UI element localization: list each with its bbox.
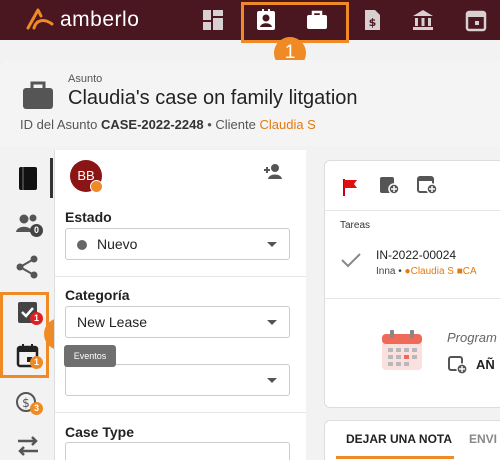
estado-value: Nuevo bbox=[97, 236, 138, 252]
svg-text:$: $ bbox=[369, 16, 377, 29]
categoria-value: New Lease bbox=[77, 314, 148, 330]
svg-text:$: $ bbox=[22, 396, 30, 410]
categoria-select[interactable]: New Lease bbox=[65, 306, 290, 338]
task-id[interactable]: IN-2022-00024 bbox=[376, 248, 456, 262]
share-icon bbox=[16, 255, 38, 279]
flag-icon[interactable] bbox=[340, 176, 362, 198]
subcategory-select[interactable] bbox=[65, 364, 290, 396]
book-icon bbox=[19, 167, 37, 190]
status-dot-icon bbox=[77, 240, 87, 250]
task-user: Inna bbox=[376, 266, 396, 277]
task-case[interactable]: CA bbox=[463, 266, 477, 277]
task-client[interactable]: Claudia S bbox=[411, 266, 454, 277]
check-icon[interactable] bbox=[340, 252, 362, 268]
add-event-icon[interactable] bbox=[416, 174, 438, 196]
estado-select[interactable]: Nuevo bbox=[65, 228, 290, 260]
count-badge: 3 bbox=[30, 402, 43, 415]
estado-label: Estado bbox=[65, 209, 112, 225]
categoria-label: Categoría bbox=[65, 287, 130, 303]
highlight-box-rail bbox=[0, 292, 49, 378]
add-task-icon[interactable] bbox=[378, 174, 400, 196]
task-meta: Inna • ●Claudia S ■CA bbox=[376, 266, 477, 277]
chevron-down-icon bbox=[267, 378, 277, 383]
rail-item-share[interactable] bbox=[14, 253, 42, 281]
client-link[interactable]: Claudia S bbox=[259, 117, 315, 132]
matter-subtitle: ID del Asunto CASE-2022-2248 • Cliente C… bbox=[20, 117, 316, 132]
programar-text: Program bbox=[447, 330, 497, 345]
case-type-select[interactable] bbox=[65, 442, 290, 460]
add-event-button[interactable]: AÑ bbox=[476, 357, 495, 372]
tab-send[interactable]: ENVI bbox=[469, 432, 497, 446]
separator: • bbox=[398, 266, 402, 277]
amberlo-logo[interactable]: amberlo bbox=[26, 5, 156, 35]
invoice-icon[interactable]: $ bbox=[360, 8, 384, 32]
divider bbox=[54, 412, 306, 413]
rail-item-details[interactable] bbox=[14, 165, 42, 193]
rail-item-transfers[interactable] bbox=[14, 432, 42, 460]
tasks-section-title: Tareas bbox=[340, 220, 371, 231]
matter-id-label: ID del Asunto bbox=[20, 117, 98, 132]
rail-item-contacts[interactable]: 0 bbox=[14, 210, 43, 238]
amberlo-logo-mark bbox=[26, 8, 54, 30]
case-type-label: Case Type bbox=[65, 424, 134, 440]
separator: • bbox=[207, 117, 212, 132]
matter-info-panel bbox=[54, 150, 306, 460]
calendar-illustration-icon bbox=[382, 330, 422, 370]
brand-name: amberlo bbox=[60, 8, 140, 31]
matter-label: Asunto bbox=[68, 73, 103, 85]
matter-title: Claudia's case on family litgation bbox=[68, 87, 358, 109]
chevron-down-icon bbox=[267, 320, 277, 325]
add-event-icon[interactable] bbox=[448, 355, 468, 375]
active-tab-indicator bbox=[336, 456, 454, 459]
calendar-icon[interactable] bbox=[464, 8, 488, 32]
eventos-tooltip: Eventos bbox=[64, 345, 116, 367]
tab-leave-note[interactable]: DEJAR UNA NOTA bbox=[346, 432, 452, 446]
add-user-icon[interactable] bbox=[262, 162, 284, 180]
rail-item-billing[interactable]: $ 3 bbox=[14, 388, 43, 416]
briefcase-icon bbox=[22, 80, 54, 110]
dashboard-icon[interactable] bbox=[201, 8, 225, 32]
rail-active-indicator bbox=[50, 158, 53, 198]
divider bbox=[324, 210, 500, 211]
check-icon bbox=[90, 180, 103, 193]
count-badge: 0 bbox=[30, 224, 43, 237]
transfer-icon bbox=[18, 436, 38, 456]
divider bbox=[324, 298, 500, 299]
divider bbox=[54, 276, 306, 277]
chevron-down-icon bbox=[267, 242, 277, 247]
client-label: Cliente bbox=[215, 117, 256, 132]
matter-id: CASE-2022-2248 bbox=[100, 117, 204, 132]
bank-icon[interactable] bbox=[411, 8, 435, 32]
